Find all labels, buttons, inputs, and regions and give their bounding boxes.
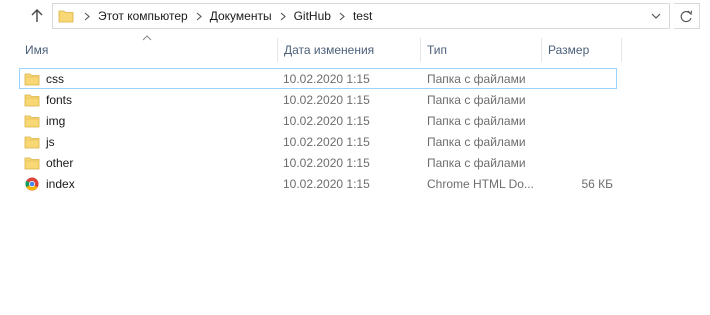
address-bar[interactable]: Этот компьютер Документы GitHub test (52, 3, 670, 29)
file-name-cell: css (24, 69, 274, 88)
file-row[interactable]: css 10.02.2020 1:15 Папка с файлами (19, 68, 617, 89)
folder-icon (56, 5, 76, 27)
address-dropdown-button[interactable] (649, 9, 663, 23)
breadcrumb-item[interactable]: test (351, 9, 374, 23)
column-header-date[interactable]: Дата изменения (277, 36, 420, 64)
file-name: index (46, 176, 75, 191)
file-date: 10.02.2020 1:15 (283, 176, 370, 191)
column-header-size-label: Размер (548, 43, 590, 57)
refresh-icon (680, 10, 693, 22)
file-size (545, 69, 613, 88)
file-row[interactable]: js 10.02.2020 1:15 Папка с файлами (19, 131, 617, 152)
file-type: Chrome HTML Do... (427, 176, 534, 191)
chevron-right-icon[interactable] (335, 12, 349, 21)
column-header-size[interactable]: Размер (541, 36, 621, 64)
column-header-type[interactable]: Тип (420, 36, 541, 64)
refresh-button[interactable] (674, 3, 700, 29)
breadcrumb-item[interactable]: GitHub (292, 9, 333, 23)
file-date: 10.02.2020 1:15 (283, 155, 370, 170)
breadcrumb: Этот компьютер Документы GitHub test (78, 4, 374, 28)
file-name: img (46, 113, 66, 128)
folder-icon (24, 113, 40, 129)
column-headers: Имя Дата изменения Тип Размер (0, 33, 710, 64)
file-name-cell: img (24, 111, 274, 130)
file-size: 56 КБ (581, 176, 613, 191)
folder-icon (24, 92, 40, 108)
file-row[interactable]: fonts 10.02.2020 1:15 Папка с файлами (19, 89, 617, 110)
up-arrow-icon (31, 9, 43, 22)
file-date: 10.02.2020 1:15 (283, 113, 370, 128)
folder-icon (24, 155, 40, 171)
address-toolbar: Этот компьютер Документы GitHub test (0, 0, 710, 33)
column-header-date-label: Дата изменения (284, 43, 375, 57)
file-date: 10.02.2020 1:15 (283, 71, 370, 86)
column-header-type-label: Тип (427, 43, 448, 57)
folder-icon (24, 134, 40, 150)
file-type: Папка с файлами (427, 134, 526, 149)
chevron-down-icon (651, 13, 661, 19)
chrome-icon (24, 176, 40, 192)
column-divider[interactable] (621, 38, 622, 62)
file-row[interactable]: other 10.02.2020 1:15 Папка с файлами (19, 152, 617, 173)
sort-ascending-icon (141, 33, 153, 43)
file-name: js (46, 134, 55, 149)
file-type: Папка с файлами (427, 92, 526, 107)
folder-icon (24, 71, 40, 87)
file-date: 10.02.2020 1:15 (283, 92, 370, 107)
file-name-cell: js (24, 132, 274, 151)
file-size (545, 132, 613, 151)
breadcrumb-item[interactable]: Документы (208, 9, 274, 23)
file-size (545, 153, 613, 172)
file-row[interactable]: img 10.02.2020 1:15 Папка с файлами (19, 110, 617, 131)
file-row[interactable]: index 10.02.2020 1:15 Chrome HTML Do... 56 … (19, 173, 617, 194)
chevron-right-icon[interactable] (276, 12, 290, 21)
file-name: fonts (46, 92, 73, 107)
up-arrow-button[interactable] (26, 5, 48, 27)
file-name-cell: fonts (24, 90, 274, 109)
file-type: Папка с файлами (427, 155, 526, 170)
breadcrumb-item[interactable]: Этот компьютер (96, 9, 190, 23)
file-name-cell: other (24, 153, 274, 172)
file-name: other (46, 155, 74, 170)
file-size (545, 111, 613, 130)
file-date: 10.02.2020 1:15 (283, 134, 370, 149)
file-type: Папка с файлами (427, 71, 526, 86)
chevron-right-icon[interactable] (192, 12, 206, 21)
file-size (545, 90, 613, 109)
file-type: Папка с файлами (427, 113, 526, 128)
column-header-name-label: Имя (25, 43, 49, 57)
file-name: css (46, 71, 64, 86)
file-name-cell: index (24, 174, 274, 193)
chevron-right-icon[interactable] (80, 12, 94, 21)
